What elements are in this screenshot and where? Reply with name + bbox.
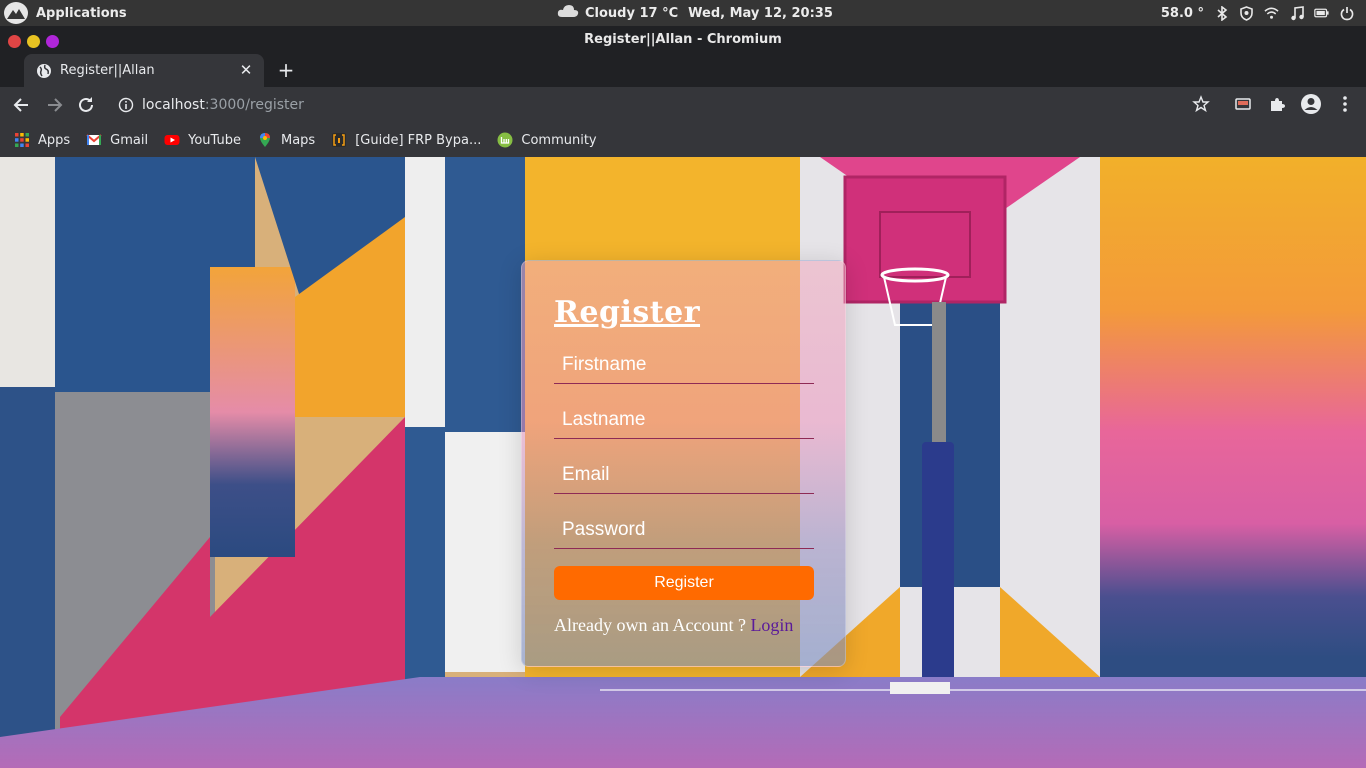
datetime-text: Wed, May 12, 20:35 xyxy=(688,5,833,21)
gmail-icon xyxy=(86,132,102,148)
bookmark-label: YouTube xyxy=(188,132,241,148)
battery-icon[interactable] xyxy=(1314,6,1329,21)
bookmark-label: Community xyxy=(521,132,597,148)
browser-toolbar: localhost:3000/register xyxy=(0,87,1366,123)
tab-register[interactable]: Register||Allan ✕ xyxy=(24,54,264,87)
music-icon[interactable] xyxy=(1289,5,1304,21)
bookmark-star-icon[interactable] xyxy=(1190,93,1212,115)
distro-logo-icon xyxy=(4,2,28,24)
youtube-icon xyxy=(164,132,180,148)
cloud-icon xyxy=(557,4,579,22)
lastname-input[interactable] xyxy=(554,401,814,439)
firstname-input[interactable] xyxy=(554,346,814,384)
os-top-panel: Applications Cloudy 17 °C Wed, May 12, 2… xyxy=(0,0,1366,26)
bookmark-guide[interactable]: [Guide] FRP Bypa... xyxy=(331,128,481,152)
community-icon xyxy=(497,132,513,148)
bluetooth-icon[interactable] xyxy=(1214,5,1229,21)
bookmark-label: Gmail xyxy=(110,132,149,148)
close-tab-icon[interactable]: ✕ xyxy=(238,62,254,78)
cast-icon[interactable] xyxy=(1232,93,1254,115)
bookmark-label: [Guide] FRP Bypa... xyxy=(355,132,482,148)
vpn-shield-icon[interactable] xyxy=(1239,5,1254,21)
page-content: Register Register Already own an Account… xyxy=(0,157,1366,768)
bookmark-gmail[interactable]: Gmail xyxy=(86,128,148,152)
already-account-text: Already own an Account ? xyxy=(554,615,746,635)
register-card: Register Register Already own an Account… xyxy=(521,260,846,667)
profile-avatar-icon[interactable] xyxy=(1300,93,1322,115)
site-info-icon[interactable] xyxy=(118,97,134,113)
applications-label: Applications xyxy=(36,5,127,21)
forward-arrow-icon[interactable] xyxy=(44,95,64,115)
guide-icon xyxy=(331,132,347,148)
email-input[interactable] xyxy=(554,456,814,494)
bookmark-community[interactable]: Community xyxy=(497,128,597,152)
bookmark-maps[interactable]: Maps xyxy=(257,128,315,152)
url-host: localhost xyxy=(142,97,205,113)
cpu-temperature: 58.0 ° xyxy=(1160,5,1204,21)
bookmark-apps[interactable]: Apps xyxy=(14,128,70,152)
login-link[interactable]: Login xyxy=(750,615,793,635)
url-path: :3000/register xyxy=(204,97,304,113)
applications-menu[interactable]: Applications xyxy=(4,2,127,24)
clock-weather[interactable]: Cloudy 17 °C Wed, May 12, 20:35 xyxy=(557,0,833,26)
reload-icon[interactable] xyxy=(76,95,96,115)
wifi-icon[interactable] xyxy=(1264,6,1279,21)
bookmark-label: Apps xyxy=(38,132,71,148)
address-bar[interactable]: localhost:3000/register xyxy=(110,91,1230,119)
apps-grid-icon xyxy=(14,132,30,148)
extensions-puzzle-icon[interactable] xyxy=(1266,93,1288,115)
tab-strip: Register||Allan ✕ + xyxy=(0,54,1366,87)
globe-icon xyxy=(36,63,52,79)
bookmark-youtube[interactable]: YouTube xyxy=(164,128,241,152)
power-icon[interactable] xyxy=(1339,6,1354,21)
already-account-row: Already own an Account ? Login xyxy=(554,615,793,636)
back-arrow-icon[interactable] xyxy=(12,95,32,115)
register-button[interactable]: Register xyxy=(554,566,814,600)
password-input[interactable] xyxy=(554,511,814,549)
bookmark-label: Maps xyxy=(280,132,316,148)
maps-icon xyxy=(257,132,273,148)
window-title: Register||Allan - Chromium xyxy=(584,32,782,47)
register-heading: Register xyxy=(554,295,701,330)
weather-text: Cloudy 17 °C xyxy=(585,5,679,21)
new-tab-button[interactable]: + xyxy=(276,60,296,80)
bookmarks-bar: Apps Gmail YouTube Maps [Guide] FRP Bypa… xyxy=(0,123,1366,157)
tab-label: Register||Allan xyxy=(60,63,155,78)
menu-kebab-icon[interactable] xyxy=(1334,93,1356,115)
window-titlebar[interactable]: Register||Allan - Chromium xyxy=(0,26,1366,54)
